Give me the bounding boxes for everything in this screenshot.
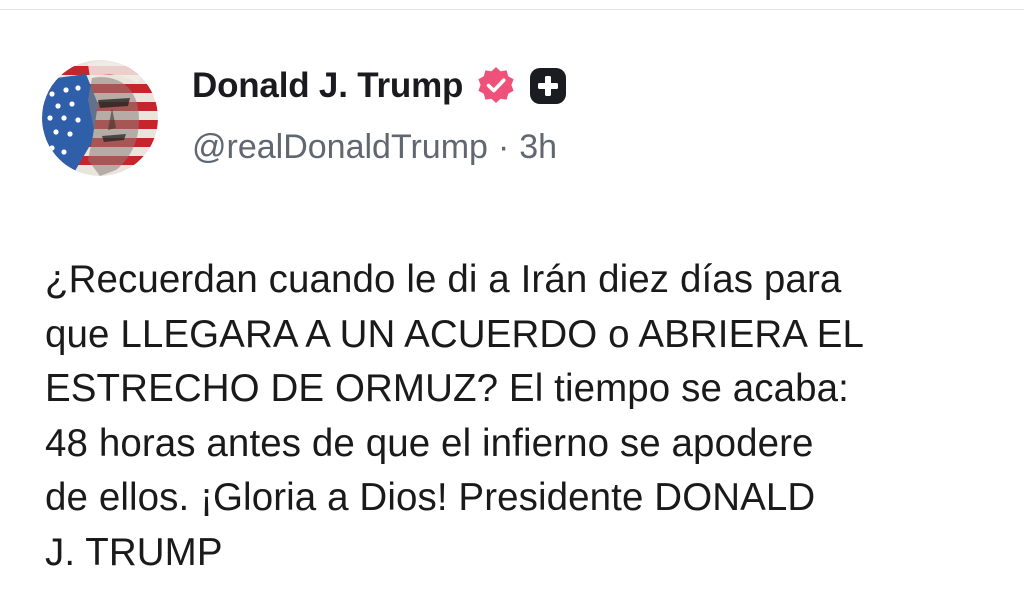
post-card: Donald J. Trump @realDonaldTrump · 3h ¿R… xyxy=(0,10,1024,605)
post-timestamp[interactable]: 3h xyxy=(519,128,557,167)
plus-badge-icon xyxy=(529,67,567,105)
avatar[interactable] xyxy=(42,60,158,176)
top-divider xyxy=(0,0,1024,10)
meta-separator: · xyxy=(497,128,510,166)
verified-badge-icon xyxy=(475,65,517,107)
author-handle[interactable]: @realDonaldTrump xyxy=(192,128,488,167)
post-header: Donald J. Trump @realDonaldTrump · 3h xyxy=(192,62,992,192)
handle-row: @realDonaldTrump · 3h xyxy=(192,128,992,167)
flag-portrait-avatar-icon xyxy=(42,60,158,176)
author-display-name[interactable]: Donald J. Trump xyxy=(192,66,463,106)
post-body-text: ¿Recuerdan cuando le di a Irán diez días… xyxy=(45,258,865,574)
name-row: Donald J. Trump xyxy=(192,62,992,110)
